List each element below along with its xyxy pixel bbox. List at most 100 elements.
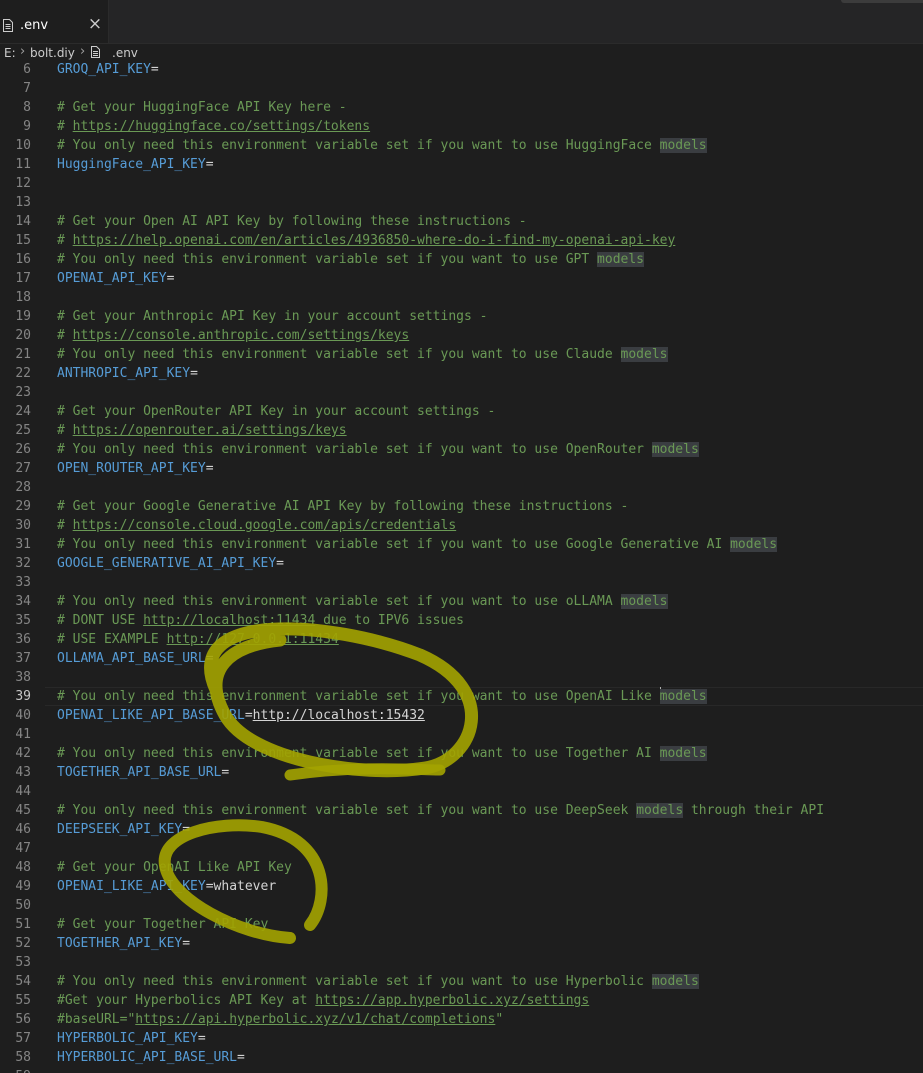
window-control-edge[interactable]: [841, 0, 923, 3]
code-line[interactable]: 58 HYPERBOLIC_API_BASE_URL=: [0, 1048, 923, 1067]
code-line[interactable]: 42 # You only need this environment varia…: [0, 744, 923, 763]
line-number: 27: [15, 461, 31, 476]
line-number: 32: [15, 556, 31, 571]
line-number: 19: [15, 309, 31, 324]
breadcrumb-file[interactable]: .env: [112, 46, 138, 60]
code-line[interactable]: 29 # Get your Google Generative AI API Ke…: [0, 497, 923, 516]
code-line[interactable]: 35 # DONT USE http://localhost:11434 due …: [0, 611, 923, 630]
code-line[interactable]: 22 ANTHROPIC_API_KEY=: [0, 364, 923, 383]
code-editor[interactable]: 6 GROQ_API_KEY= 7 8 # Get your HuggingFace A…: [0, 60, 923, 1073]
code-line[interactable]: 57 HYPERBOLIC_API_KEY=: [0, 1029, 923, 1048]
line-content: # DONT USE http://localhost:11434 due to…: [57, 611, 464, 630]
code-link[interactable]: https://api.hyperbolic.xyz/v1/chat/compl…: [135, 1012, 495, 1027]
code-line[interactable]: 52 TOGETHER_API_KEY=: [0, 934, 923, 953]
code-line[interactable]: 7: [0, 79, 923, 98]
code-line[interactable]: 31 # You only need this environment varia…: [0, 535, 923, 554]
code-line[interactable]: 11 HuggingFace_API_KEY=: [0, 155, 923, 174]
code-line[interactable]: 56 #baseURL="https://api.hyperbolic.xyz/v…: [0, 1010, 923, 1029]
code-line[interactable]: 8 # Get your HuggingFace API Key here -: [0, 98, 923, 117]
code-line[interactable]: 39 # You only need this environment varia…: [0, 687, 923, 706]
code-token: models: [659, 138, 707, 153]
code-line[interactable]: 48 # Get your OpenAI Like API Key: [0, 858, 923, 877]
code-line[interactable]: 34 # You only need this environment varia…: [0, 592, 923, 611]
code-token: =: [205, 651, 214, 666]
line-number: 56: [15, 1012, 31, 1027]
code-token: =: [221, 765, 230, 780]
code-line[interactable]: 17 OPENAI_API_KEY=: [0, 269, 923, 288]
line-number: 9: [23, 119, 31, 134]
code-line[interactable]: 38: [0, 668, 923, 687]
code-token: # You only need this environment variabl…: [57, 689, 660, 704]
line-content: OPEN_ROUTER_API_KEY=: [57, 459, 214, 478]
line-content: # https://console.cloud.google.com/apis/…: [57, 516, 456, 535]
code-line[interactable]: 40 OPENAI_LIKE_API_BASE_URL=http://localh…: [0, 706, 923, 725]
code-line[interactable]: 44: [0, 782, 923, 801]
code-line[interactable]: 9 # https://huggingface.co/settings/token…: [0, 117, 923, 136]
breadcrumb-drive[interactable]: E:: [4, 46, 16, 60]
code-link[interactable]: https://console.cloud.google.com/apis/cr…: [73, 518, 457, 533]
line-content: # You only need this environment variabl…: [57, 250, 645, 269]
code-line[interactable]: 49 OPENAI_LIKE_API_KEY=whatever: [0, 877, 923, 896]
code-line[interactable]: 20 # https://console.anthropic.com/settin…: [0, 326, 923, 345]
code-link[interactable]: https://huggingface.co/settings/tokens: [73, 119, 370, 134]
code-line[interactable]: 14 # Get your Open AI API Key by followin…: [0, 212, 923, 231]
code-link[interactable]: http://127.0.0.1:11434: [167, 632, 339, 647]
code-line[interactable]: 53: [0, 953, 923, 972]
code-line[interactable]: 54 # You only need this environment varia…: [0, 972, 923, 991]
breadcrumb-folder[interactable]: bolt.diy: [30, 46, 75, 60]
code-line[interactable]: 59: [0, 1067, 923, 1073]
close-tab-button[interactable]: ×: [86, 15, 104, 33]
code-link[interactable]: http://localhost:11434: [143, 613, 315, 628]
code-link[interactable]: https://app.hyperbolic.xyz/settings: [315, 993, 589, 1008]
code-line[interactable]: 13: [0, 193, 923, 212]
line-number: 55: [15, 993, 31, 1008]
line-number: 48: [15, 860, 31, 875]
code-line[interactable]: 28: [0, 478, 923, 497]
code-link[interactable]: https://openrouter.ai/settings/keys: [73, 423, 347, 438]
line-content: # You only need this environment variabl…: [57, 801, 824, 820]
code-line[interactable]: 18: [0, 288, 923, 307]
code-line[interactable]: 12: [0, 174, 923, 193]
code-line[interactable]: 50: [0, 896, 923, 915]
code-token: =: [150, 62, 159, 77]
code-line[interactable]: 26 # You only need this environment varia…: [0, 440, 923, 459]
code-line[interactable]: 32 GOOGLE_GENERATIVE_AI_API_KEY=: [0, 554, 923, 573]
code-line[interactable]: 25 # https://openrouter.ai/settings/keys: [0, 421, 923, 440]
code-line[interactable]: 45 # You only need this environment varia…: [0, 801, 923, 820]
code-line[interactable]: 37 OLLAMA_API_BASE_URL=: [0, 649, 923, 668]
code-line[interactable]: 36 # USE EXAMPLE http://127.0.0.1:11434: [0, 630, 923, 649]
code-line[interactable]: 51 # Get your Together API Key: [0, 915, 923, 934]
code-line[interactable]: 10 # You only need this environment varia…: [0, 136, 923, 155]
code-line[interactable]: 46 DEEPSEEK_API_KEY=: [0, 820, 923, 839]
code-link[interactable]: https://help.openai.com/en/articles/4936…: [73, 233, 676, 248]
line-content: # You only need this environment variabl…: [57, 136, 707, 155]
tab-bar: .env ×: [0, 0, 923, 44]
code-line[interactable]: 16 # You only need this environment varia…: [0, 250, 923, 269]
code-line[interactable]: 6 GROQ_API_KEY=: [0, 60, 923, 79]
line-content: OPENAI_API_KEY=: [57, 269, 174, 288]
line-content: # You only need this environment variabl…: [57, 535, 778, 554]
code-line[interactable]: 24 # Get your OpenRouter API Key in your …: [0, 402, 923, 421]
code-line[interactable]: 33: [0, 573, 923, 592]
code-line[interactable]: 15 # https://help.openai.com/en/articles/…: [0, 231, 923, 250]
code-line[interactable]: 30 # https://console.cloud.google.com/api…: [0, 516, 923, 535]
code-line[interactable]: 47: [0, 839, 923, 858]
tab-env-file[interactable]: .env ×: [0, 0, 109, 43]
code-link[interactable]: https://console.anthropic.com/settings/k…: [73, 328, 410, 343]
code-line[interactable]: 55 #Get your Hyperbolics API Key at https…: [0, 991, 923, 1010]
line-number: 51: [15, 917, 31, 932]
code-token: OPENAI_LIKE_API_BASE_URL: [57, 708, 245, 723]
code-line[interactable]: 19 # Get your Anthropic API Key in your a…: [0, 307, 923, 326]
code-token: models: [659, 746, 707, 761]
code-line[interactable]: 21 # You only need this environment varia…: [0, 345, 923, 364]
code-token: GROQ_API_KEY: [57, 62, 151, 77]
code-line[interactable]: 27 OPEN_ROUTER_API_KEY=: [0, 459, 923, 478]
code-line[interactable]: 41: [0, 725, 923, 744]
code-link[interactable]: http://localhost:15432: [253, 708, 425, 723]
code-token: models: [651, 974, 699, 989]
code-line[interactable]: 43 TOGETHER_API_BASE_URL=: [0, 763, 923, 782]
code-token: =: [237, 1050, 245, 1065]
code-line[interactable]: 23: [0, 383, 923, 402]
line-number: 34: [15, 594, 31, 609]
line-content: #baseURL="https://api.hyperbolic.xyz/v1/…: [57, 1010, 503, 1029]
